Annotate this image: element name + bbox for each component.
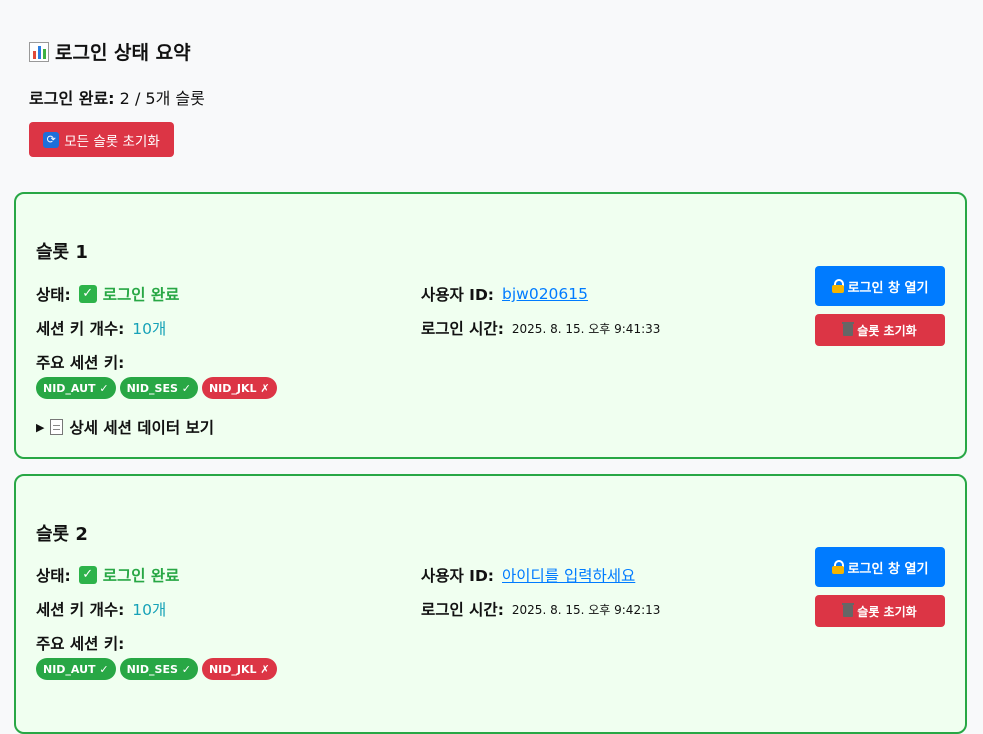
session-count-label: 세션 키 개수: bbox=[36, 601, 125, 619]
bar-chart-icon bbox=[29, 41, 49, 62]
summary-title: 로그인 상태 요약 bbox=[29, 38, 191, 65]
session-key-badge: NID_SES ✓ bbox=[119, 377, 198, 399]
session-key-badge: NID_SES ✓ bbox=[119, 658, 198, 680]
slot-title: 슬롯 2 bbox=[36, 524, 88, 545]
login-time-row: 로그인 시간: 2025. 8. 15. 오후 9:41:33 bbox=[421, 317, 660, 339]
login-time-value: 2025. 8. 15. 오후 9:42:13 bbox=[511, 602, 661, 617]
login-time-value: 2025. 8. 15. 오후 9:41:33 bbox=[511, 321, 661, 336]
open-login-window-button[interactable]: 로그인 창 열기 bbox=[815, 266, 945, 306]
user-id-link[interactable]: bjw020615 bbox=[502, 285, 588, 303]
open-login-label: 로그인 창 열기 bbox=[847, 561, 929, 577]
check-icon: ✓ bbox=[78, 285, 97, 303]
session-count-label: 세션 키 개수: bbox=[36, 320, 125, 338]
session-key-badge: NID_AUT ✓ bbox=[36, 658, 116, 680]
status-text: 로그인 완료 bbox=[102, 286, 180, 304]
user-id-link[interactable]: 아이디를 입력하세요 bbox=[502, 564, 635, 586]
reset-all-slots-button[interactable]: ⟳ 모든 슬롯 초기화 bbox=[29, 122, 174, 157]
login-time-label: 로그인 시간: bbox=[421, 320, 504, 338]
status-label: 상태: bbox=[36, 567, 71, 585]
session-count-row: 세션 키 개수: 10개 bbox=[36, 317, 166, 339]
main-keys-label: 주요 세션 키: bbox=[36, 635, 125, 653]
session-key-badges: NID_AUT ✓ NID_SES ✓ NID_JKL ✗ bbox=[36, 658, 277, 680]
main-keys-label: 주요 세션 키: bbox=[36, 354, 125, 372]
document-icon bbox=[50, 419, 64, 435]
session-count-value: 10개 bbox=[132, 320, 167, 338]
user-id-row: 사용자 ID: 아이디를 입력하세요 bbox=[421, 564, 635, 586]
session-count-value: 10개 bbox=[132, 601, 167, 619]
login-time-row: 로그인 시간: 2025. 8. 15. 오후 9:42:13 bbox=[421, 598, 660, 620]
open-login-window-button[interactable]: 로그인 창 열기 bbox=[815, 547, 945, 587]
status-row: 상태: ✓ 로그인 완료 bbox=[36, 283, 179, 305]
login-count-label: 로그인 완료: bbox=[29, 89, 115, 108]
session-key-badges: NID_AUT ✓ NID_SES ✓ NID_JKL ✗ bbox=[36, 377, 277, 399]
reset-slot-button[interactable]: 슬롯 초기화 bbox=[815, 595, 945, 627]
main-keys-row: 주요 세션 키: bbox=[36, 632, 132, 654]
trash-icon bbox=[842, 322, 855, 336]
login-count-value: 2 / 5개 슬롯 bbox=[119, 89, 205, 108]
triangle-right-icon: ▶ bbox=[36, 420, 45, 434]
user-id-label: 사용자 ID: bbox=[421, 286, 495, 304]
status-value: ✓ 로그인 완료 bbox=[78, 564, 180, 586]
session-key-badge: NID_JKL ✗ bbox=[201, 658, 277, 680]
slot-title: 슬롯 1 bbox=[36, 242, 88, 263]
lock-icon bbox=[831, 560, 844, 574]
reset-slot-label: 슬롯 초기화 bbox=[857, 604, 917, 619]
login-count: 로그인 완료: 2 / 5개 슬롯 bbox=[29, 85, 205, 109]
user-id-row: 사용자 ID: bjw020615 bbox=[421, 283, 588, 305]
session-key-badge: NID_AUT ✓ bbox=[36, 377, 116, 399]
lock-icon bbox=[831, 279, 844, 293]
open-login-label: 로그인 창 열기 bbox=[847, 280, 929, 296]
refresh-icon: ⟳ bbox=[43, 131, 60, 148]
user-id-label: 사용자 ID: bbox=[421, 567, 495, 585]
details-toggle[interactable]: ▶ 상세 세션 데이터 보기 bbox=[36, 416, 214, 438]
status-text: 로그인 완료 bbox=[102, 567, 180, 585]
login-time-label: 로그인 시간: bbox=[421, 601, 504, 619]
reset-slot-label: 슬롯 초기화 bbox=[857, 323, 917, 338]
session-key-badge: NID_JKL ✗ bbox=[201, 377, 277, 399]
reset-all-label: 모든 슬롯 초기화 bbox=[64, 133, 160, 150]
status-value: ✓ 로그인 완료 bbox=[78, 283, 180, 305]
summary-title-text: 로그인 상태 요약 bbox=[55, 42, 191, 64]
reset-slot-button[interactable]: 슬롯 초기화 bbox=[815, 314, 945, 346]
slot-card-1: 슬롯 1 상태: ✓ 로그인 완료 세션 키 개수: 10개 주요 세션 키: … bbox=[14, 192, 967, 459]
main-keys-row: 주요 세션 키: bbox=[36, 351, 132, 373]
status-label: 상태: bbox=[36, 286, 71, 304]
status-row: 상태: ✓ 로그인 완료 bbox=[36, 564, 179, 586]
session-count-row: 세션 키 개수: 10개 bbox=[36, 598, 166, 620]
check-icon: ✓ bbox=[78, 566, 97, 584]
slot-card-2: 슬롯 2 상태: ✓ 로그인 완료 세션 키 개수: 10개 주요 세션 키: … bbox=[14, 474, 967, 734]
details-label: 상세 세션 데이터 보기 bbox=[69, 419, 214, 437]
trash-icon bbox=[842, 603, 855, 617]
